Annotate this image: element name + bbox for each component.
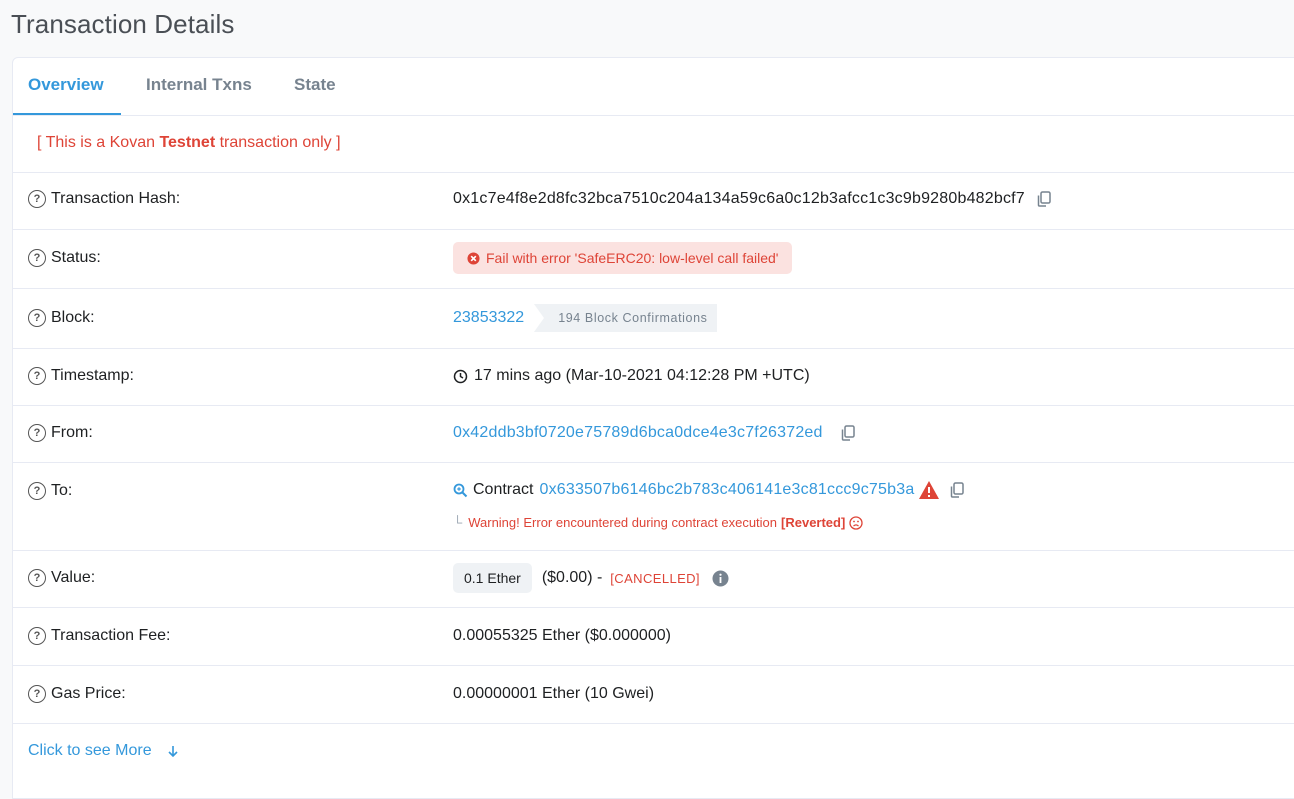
row-transaction-fee: ? Transaction Fee: 0.00055325 Ether ($0.…: [13, 607, 1294, 666]
status-badge: Fail with error 'SafeERC20: low-level ca…: [453, 242, 793, 274]
see-more-link[interactable]: Click to see More: [28, 742, 180, 760]
row-timestamp: ? Timestamp: 17 mins ago (Mar-10-2021 04…: [13, 348, 1294, 406]
gas-value: 0.00000001 Ether (10 Gwei): [453, 685, 655, 702]
info-icon[interactable]: [712, 570, 729, 587]
from-label: From:: [51, 424, 93, 441]
question-icon[interactable]: ?: [28, 249, 46, 267]
fee-label: Transaction Fee:: [51, 627, 171, 644]
cancelled-tag: [CANCELLED]: [610, 570, 700, 586]
value-label: Value:: [51, 569, 96, 586]
reverted-tag: [Reverted]: [781, 515, 846, 530]
tab-bar: Overview Internal Txns State: [13, 58, 1294, 116]
row-status: ? Status: Fail with error 'SafeERC20: lo…: [13, 229, 1294, 289]
question-icon[interactable]: ?: [28, 309, 46, 327]
tab-internal-txns[interactable]: Internal Txns: [146, 58, 252, 115]
transaction-hash-value: 0x1c7e4f8e2d8fc32bca7510c204a134a59c6a0c…: [453, 190, 1025, 207]
value-usd: ($0.00) -: [541, 569, 603, 586]
row-gas-price: ? Gas Price: 0.00000001 Ether (10 Gwei): [13, 665, 1294, 724]
testnet-notice: [ This is a Kovan Testnet transaction on…: [37, 134, 341, 151]
tab-state[interactable]: State: [294, 58, 336, 115]
status-text: Fail with error 'SafeERC20: low-level ca…: [486, 250, 779, 266]
from-address-link[interactable]: 0x42ddb3bf0720e75789d6bca0dce4e3c7f26372…: [453, 424, 823, 442]
row-from: ? From: 0x42ddb3bf0720e75789d6bca0dce4e3…: [13, 405, 1294, 463]
question-icon[interactable]: ?: [28, 685, 46, 703]
hash-label: Transaction Hash:: [51, 190, 181, 207]
contract-warning: └ Warning! Error encountered during cont…: [453, 515, 863, 530]
error-circle-icon: [467, 251, 480, 265]
divider: [13, 723, 1294, 724]
page-title: Transaction Details: [11, 9, 235, 39]
copy-icon[interactable]: [839, 424, 857, 442]
fee-value: 0.00055325 Ether ($0.000000): [453, 627, 671, 644]
question-icon[interactable]: ?: [28, 569, 46, 587]
value-amount: 0.1 Ether: [453, 563, 532, 593]
clock-icon: [453, 369, 468, 383]
details-card: Overview Internal Txns State [ This is a…: [12, 57, 1294, 799]
row-block: ? Block: 23853322 194 Block Confirmation…: [13, 288, 1294, 349]
corner-arrow-icon: └: [453, 515, 463, 530]
to-address-link[interactable]: 0x633507b6146bc2b783c406141e3c81ccc9c75b…: [539, 481, 914, 499]
gas-label: Gas Price:: [51, 685, 126, 702]
copy-icon[interactable]: [1035, 190, 1053, 208]
to-label: To:: [51, 482, 73, 499]
status-label: Status:: [51, 249, 101, 266]
question-icon[interactable]: ?: [28, 424, 46, 442]
copy-icon[interactable]: [948, 481, 966, 499]
question-icon[interactable]: ?: [28, 190, 46, 208]
question-icon[interactable]: ?: [28, 482, 46, 500]
question-icon[interactable]: ?: [28, 627, 46, 645]
contract-search-icon: [453, 483, 468, 497]
tab-overview[interactable]: Overview: [13, 58, 121, 115]
warning-triangle-icon: [919, 481, 940, 499]
block-number-link[interactable]: 23853322: [453, 309, 524, 327]
timestamp-label: Timestamp:: [51, 367, 134, 384]
frown-icon: [849, 515, 863, 530]
testnet-strong: Testnet: [159, 134, 216, 151]
row-value: ? Value: 0.1 Ether ($0.00) - [CANCELLED]: [13, 550, 1294, 608]
warning-text: Warning! Error encountered during contra…: [468, 515, 778, 530]
question-icon[interactable]: ?: [28, 367, 46, 385]
to-prefix: Contract: [473, 481, 534, 498]
row-transaction-hash: ? Transaction Hash: 0x1c7e4f8e2d8fc32bca…: [13, 172, 1294, 230]
arrow-down-icon: [168, 746, 178, 758]
row-to: ? To: Contract 0x633507b6146bc2b783c4061…: [13, 462, 1294, 551]
timestamp-value: 17 mins ago (Mar-10-2021 04:12:28 PM +UT…: [474, 367, 810, 384]
block-confirmations-badge: 194 Block Confirmations: [534, 304, 718, 332]
block-label: Block:: [51, 309, 95, 326]
